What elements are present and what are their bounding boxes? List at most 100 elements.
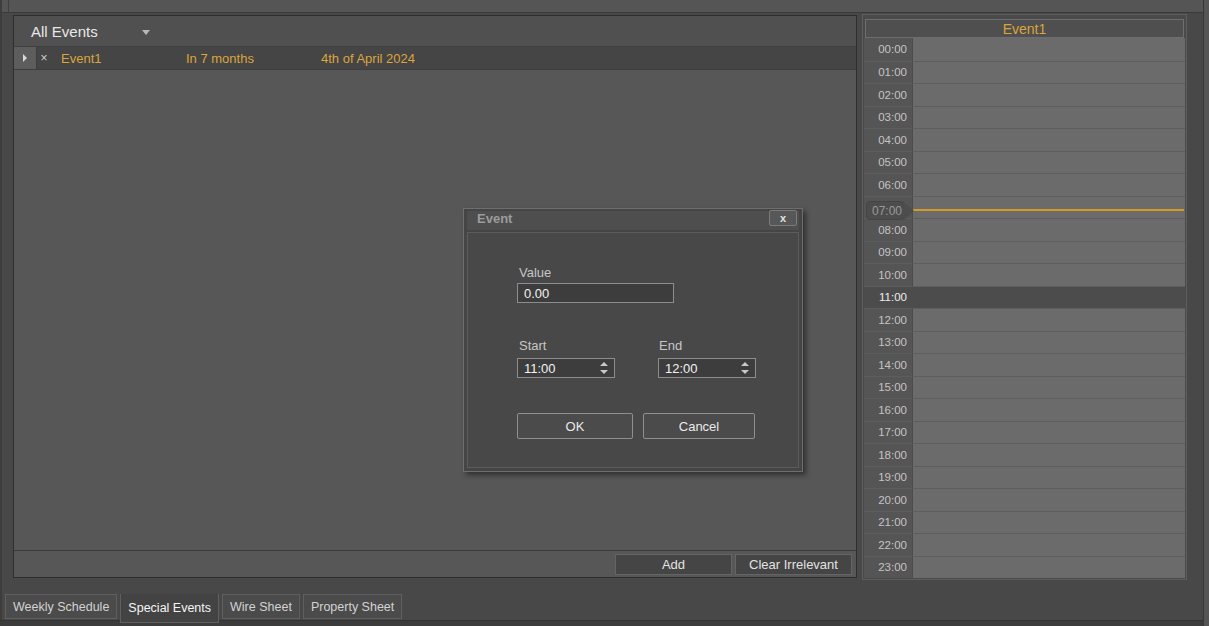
time-row-17:00[interactable]: 17:00 [864,421,1185,444]
end-time-value: 12:00 [665,361,698,376]
schedule-cell[interactable] [913,38,1185,61]
window-frame-left [0,0,2,626]
current-time-balloon: 07:00 [866,201,904,220]
dialog-title: Event [477,211,512,226]
time-label: 16:00 [864,398,913,421]
value-label: Value [519,265,551,280]
time-row-16:00[interactable]: 16:00 [864,398,1185,421]
schedule-cell[interactable] [913,218,1185,241]
time-label: 22:00 [864,533,913,556]
value-input[interactable]: 0.00 [517,283,674,303]
schedule-cell[interactable] [913,173,1185,196]
time-row-13:00[interactable]: 13:00 [864,331,1185,354]
day-schedule-title: Event1 [865,19,1184,38]
time-row-18:00[interactable]: 18:00 [864,443,1185,466]
event-list-row[interactable]: × Event1 In 7 months 4th of April 2024 [14,47,856,70]
schedule-cell[interactable] [913,286,1185,309]
time-row-06:00[interactable]: 06:00 [864,173,1185,196]
schedule-cell[interactable] [913,556,1185,579]
start-spinner[interactable] [598,359,610,377]
time-label: 02:00 [864,83,913,106]
schedule-cell[interactable] [913,398,1185,421]
schedule-cell[interactable] [913,263,1185,286]
clear-irrelevant-button[interactable]: Clear Irrelevant [735,554,852,575]
event-date-cell: 4th of April 2024 [321,47,415,69]
window-frame-right [1203,0,1209,626]
cancel-button[interactable]: Cancel [643,413,755,439]
dialog-close-button[interactable]: x [769,210,797,226]
expand-cell[interactable] [14,47,37,69]
dialog-titlebar[interactable] [467,211,799,230]
schedule-cell[interactable] [913,331,1185,354]
time-row-15:00[interactable]: 15:00 [864,376,1185,399]
day-schedule-panel: Event1 00:0001:0002:0003:0004:0005:0006:… [862,14,1187,580]
schedule-cell[interactable] [913,533,1185,556]
time-row-01:00[interactable]: 01:00 [864,61,1185,84]
time-row-00:00[interactable]: 00:00 [864,38,1185,61]
view-tabbar: Weekly ScheduleSpecial EventsWire SheetP… [0,594,1209,623]
schedule-cell[interactable] [913,511,1185,534]
end-spinner[interactable] [739,359,751,377]
time-row-14:00[interactable]: 14:00 [864,353,1185,376]
tab-special-events[interactable]: Special Events [120,594,219,623]
schedule-cell[interactable] [913,241,1185,264]
event-dialog: Event x Value 0.00 Start 11:00 End 12:00… [463,208,803,472]
tab-wire-sheet[interactable]: Wire Sheet [222,594,300,619]
events-filter-header[interactable]: All Events [14,16,856,47]
time-label: 00:00 [864,38,913,61]
tab-property-sheet[interactable]: Property Sheet [303,594,402,619]
time-row-22:00[interactable]: 22:00 [864,533,1185,556]
spin-down-icon[interactable] [600,370,608,374]
schedule-cell[interactable] [913,466,1185,489]
time-row-09:00[interactable]: 09:00 [864,241,1185,264]
delete-event-icon[interactable]: × [37,47,51,69]
time-label: 12:00 [864,308,913,331]
time-row-21:00[interactable]: 21:00 [864,511,1185,534]
add-button[interactable]: Add [615,554,732,575]
time-label: 01:00 [864,61,913,84]
schedule-cell[interactable] [913,151,1185,174]
schedule-cell[interactable] [913,106,1185,129]
time-row-11:00[interactable]: 11:00 [864,286,1185,309]
start-label: Start [519,338,546,353]
time-label: 09:00 [864,241,913,264]
time-row-02:00[interactable]: 02:00 [864,83,1185,106]
schedule-cell[interactable] [913,128,1185,151]
time-row-08:00[interactable]: 08:00 [864,218,1185,241]
time-label: 20:00 [864,488,913,511]
schedule-cell[interactable] [913,488,1185,511]
ok-button[interactable]: OK [517,413,633,439]
time-label: 04:00 [864,128,913,151]
schedule-cell[interactable] [913,421,1185,444]
time-label: 10:00 [864,263,913,286]
end-label: End [659,338,682,353]
chevron-down-icon [142,30,150,35]
expand-arrow-icon [23,54,27,62]
schedule-cell[interactable] [913,353,1185,376]
time-row-19:00[interactable]: 19:00 [864,466,1185,489]
time-label: 23:00 [864,556,913,579]
time-row-20:00[interactable]: 20:00 [864,488,1185,511]
time-row-05:00[interactable]: 05:00 [864,151,1185,174]
schedule-cell[interactable] [913,376,1185,399]
start-time-input[interactable]: 11:00 [517,358,615,378]
events-panel-buttonbar: Add Clear Irrelevant [14,550,856,577]
time-row-04:00[interactable]: 04:00 [864,128,1185,151]
time-label: 03:00 [864,106,913,129]
schedule-cell[interactable] [913,443,1185,466]
schedule-cell[interactable] [913,308,1185,331]
time-label: 19:00 [864,466,913,489]
time-row-23:00[interactable]: 23:00 [864,556,1185,579]
time-row-03:00[interactable]: 03:00 [864,106,1185,129]
end-time-input[interactable]: 12:00 [658,358,756,378]
time-row-10:00[interactable]: 10:00 [864,263,1185,286]
spin-up-icon[interactable] [600,362,608,366]
time-row-12:00[interactable]: 12:00 [864,308,1185,331]
schedule-cell[interactable] [913,83,1185,106]
tab-weekly-schedule[interactable]: Weekly Schedule [5,594,117,619]
spin-down-icon[interactable] [741,370,749,374]
event-recurrence-cell: In 7 months [186,47,321,69]
schedule-cell[interactable] [913,196,1185,219]
spin-up-icon[interactable] [741,362,749,366]
schedule-cell[interactable] [913,61,1185,84]
